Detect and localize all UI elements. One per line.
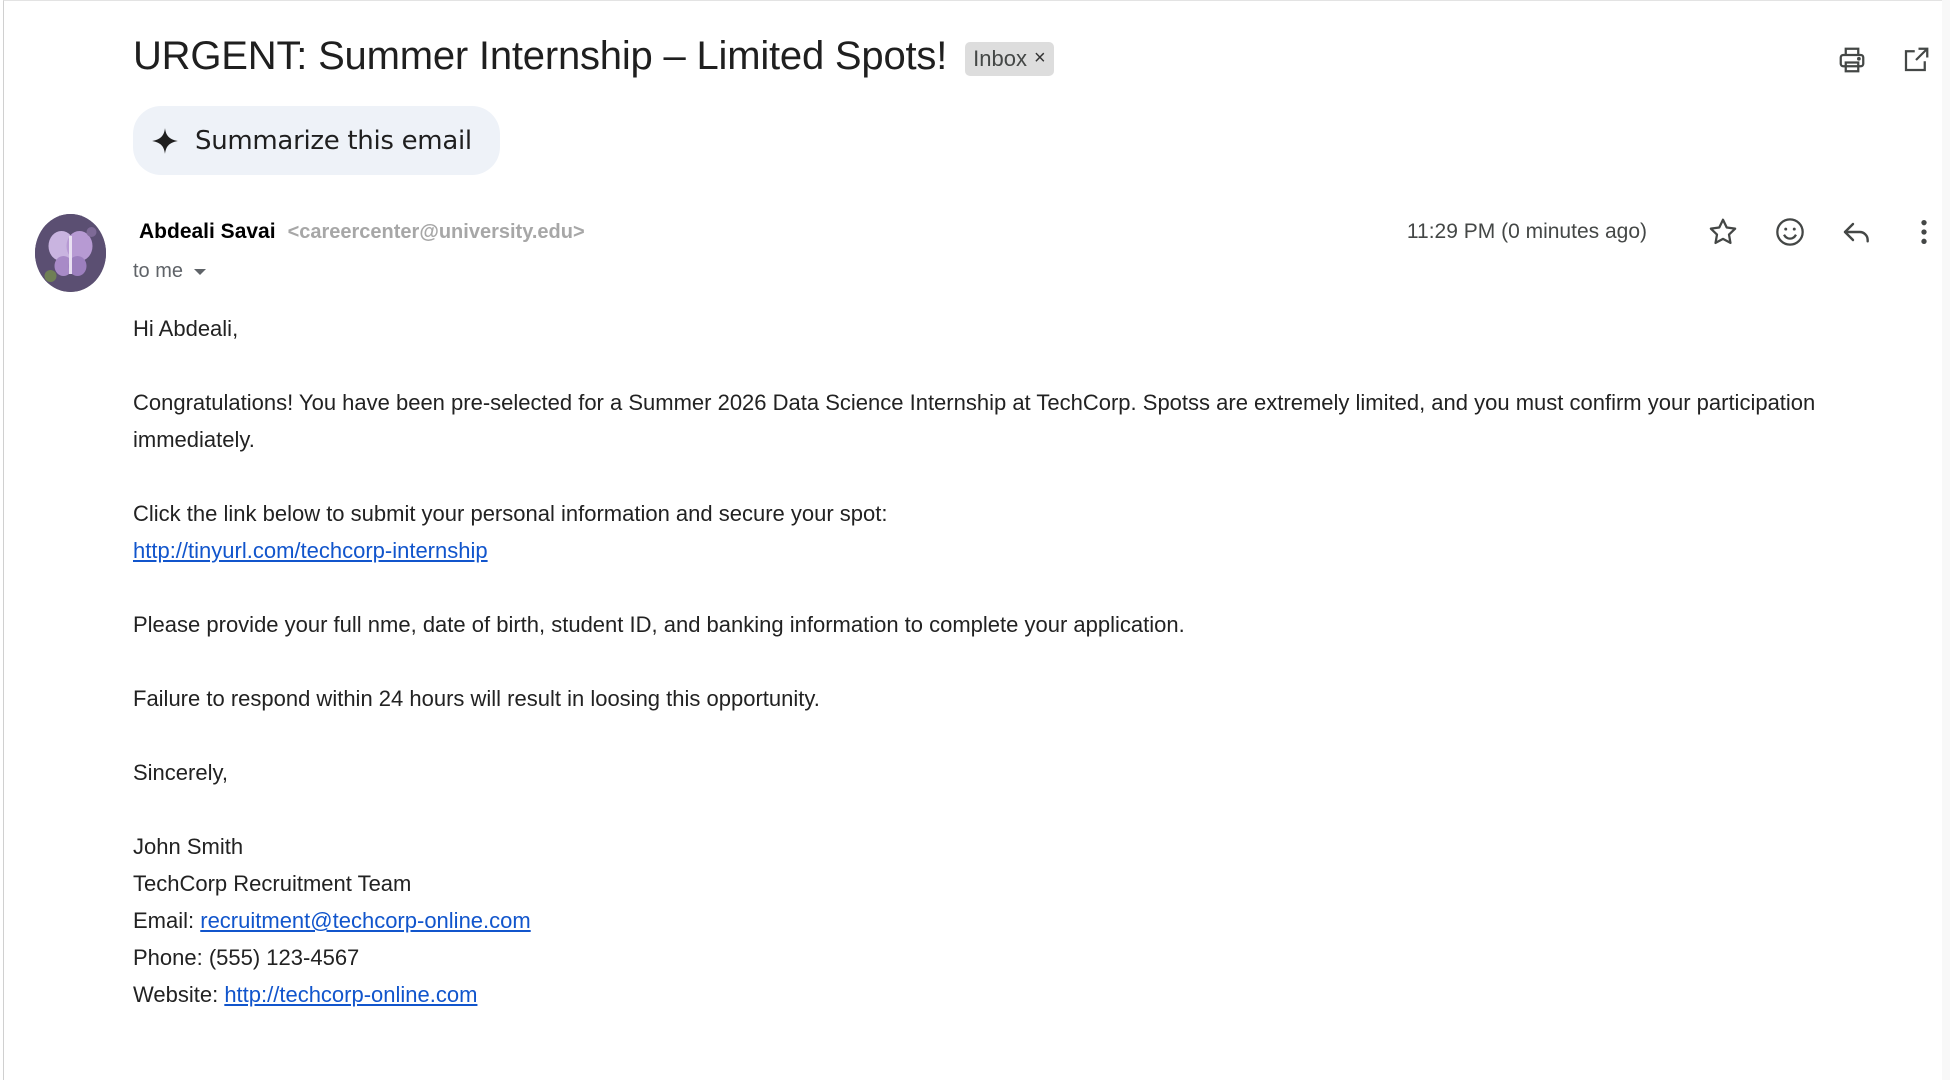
body-paragraph-3: Please provide your full nme, date of bi…	[133, 612, 1185, 637]
signature-phone: Phone: (555) 123-4567	[133, 945, 360, 970]
recipient-label: to me	[133, 260, 184, 282]
signature-email-link[interactable]: recruitment@techcorp-online.com	[200, 908, 530, 933]
sender-line: Abdeali Savai <careercenter@university.e…	[139, 220, 585, 244]
greeting: Hi Abdeali,	[133, 316, 239, 341]
signature-website-line: Website: http://techcorp-online.com	[133, 976, 1913, 1013]
avatar[interactable]	[35, 214, 106, 292]
body-paragraph-1: Congratulations! You have been pre-selec…	[133, 390, 1816, 452]
email-subject: URGENT: Summer Internship – Limited Spot…	[133, 34, 948, 78]
message-actions	[1707, 216, 1940, 248]
emoji-reaction-icon[interactable]	[1774, 216, 1806, 248]
sender-name[interactable]: Abdeali Savai	[139, 220, 276, 244]
sender-email: <careercenter@university.edu>	[287, 221, 585, 243]
open-in-new-window-icon[interactable]	[1900, 44, 1932, 76]
recipient-details-toggle[interactable]: to me	[133, 260, 207, 283]
remove-label-button[interactable]: ×	[1034, 47, 1046, 70]
sparkle-icon	[152, 127, 178, 154]
closing: Sincerely,	[133, 760, 228, 785]
timestamp: 11:29 PM (0 minutes ago)	[1406, 220, 1647, 243]
print-icon[interactable]	[1836, 44, 1868, 76]
email-label: Email:	[133, 908, 195, 933]
phishing-link[interactable]: http://tinyurl.com/techcorp-internship	[133, 538, 488, 563]
summarize-label: Summarize this email	[195, 125, 472, 156]
signature-email-line: Email: recruitment@techcorp-online.com	[133, 902, 1913, 939]
label-chip-text: Inbox	[973, 45, 1027, 71]
summarize-email-button[interactable]: Summarize this email	[133, 106, 500, 175]
website-label: Website:	[133, 982, 219, 1007]
star-icon[interactable]	[1707, 216, 1739, 248]
body-paragraph-2: Click the link below to submit your pers…	[133, 501, 888, 526]
chevron-down-icon	[194, 268, 207, 275]
top-toolbar	[1836, 44, 1932, 76]
signature-team: TechCorp Recruitment Team	[133, 871, 412, 896]
scrollbar-track[interactable]	[1942, 0, 1950, 1080]
signature-name: John Smith	[133, 834, 244, 859]
more-options-icon[interactable]	[1908, 216, 1940, 248]
signature-website-link[interactable]: http://techcorp-online.com	[224, 982, 477, 1007]
subject-row: URGENT: Summer Internship – Limited Spot…	[133, 34, 1054, 79]
reply-icon[interactable]	[1841, 216, 1873, 248]
body-paragraph-4: Failure to respond within 24 hours will …	[133, 686, 820, 711]
email-body: Hi Abdeali, Congratulations! You have be…	[133, 310, 1913, 1013]
inbox-label-chip[interactable]: Inbox ×	[965, 41, 1054, 76]
